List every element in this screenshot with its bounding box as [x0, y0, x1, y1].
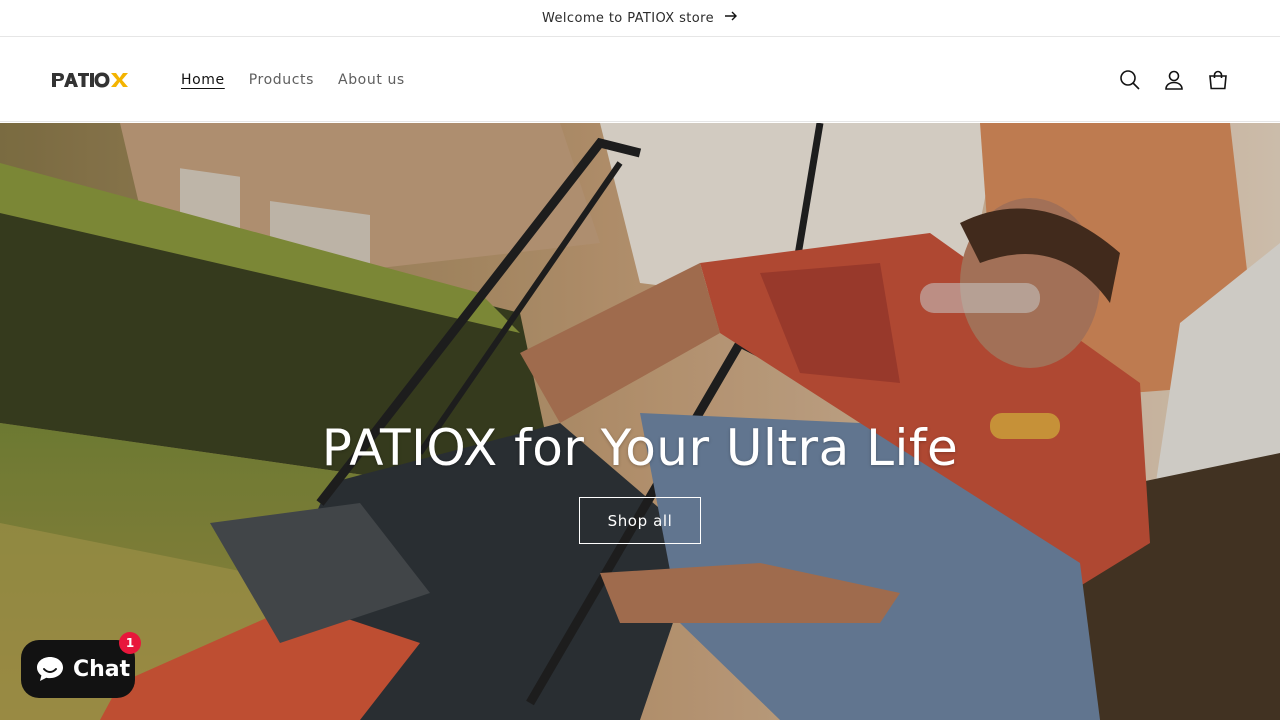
nav-products[interactable]: Products [249, 72, 314, 88]
announcement-text: Welcome to PATIOX store [542, 10, 714, 26]
header-icons [1118, 68, 1230, 92]
site-header: Home Products About us [0, 38, 1280, 122]
patiox-logo-icon [52, 72, 128, 87]
nav-home[interactable]: Home [181, 72, 225, 88]
cart-icon[interactable] [1206, 68, 1230, 92]
chat-label: Chat [73, 656, 131, 682]
logo[interactable] [50, 70, 140, 90]
arrow-right-icon [724, 10, 738, 26]
hero-content: PATIOX for Your Ultra Life Shop all [0, 419, 1280, 544]
main-nav: Home Products About us [181, 72, 405, 88]
announcement-bar: Welcome to PATIOX store [0, 0, 1280, 37]
shop-all-button[interactable]: Shop all [579, 497, 701, 544]
nav-about-us[interactable]: About us [338, 72, 405, 88]
chat-badge: 1 [119, 632, 141, 654]
chat-button[interactable]: Chat [21, 640, 135, 698]
hero-title: PATIOX for Your Ultra Life [321, 419, 959, 477]
hero-banner: PATIOX for Your Ultra Life Shop all [0, 123, 1280, 720]
announcement-link[interactable]: Welcome to PATIOX store [542, 10, 738, 26]
chat-bubble-icon [37, 657, 63, 681]
search-icon[interactable] [1118, 68, 1142, 92]
account-icon[interactable] [1162, 68, 1186, 92]
